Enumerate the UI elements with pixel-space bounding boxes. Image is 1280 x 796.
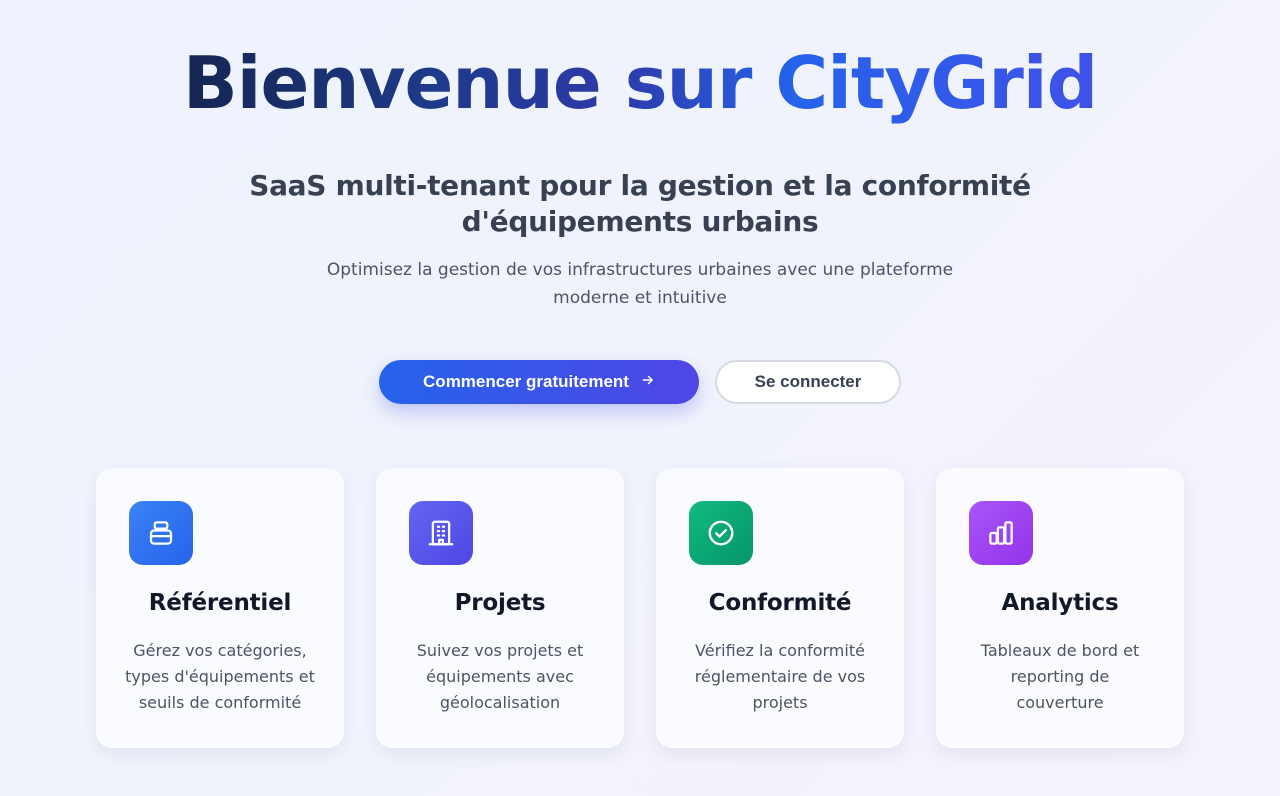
hero-subtitle: SaaS multi-tenant pour la gestion et la …	[0, 168, 1280, 240]
hero-description-line: Optimisez la gestion de vos infrastructu…	[326, 260, 954, 280]
hero-subtitle-line: d'équipements urbains	[461, 205, 819, 238]
feature-card-analytics: Analytics Tableaux de bord et reporting …	[936, 468, 1184, 748]
feature-card-title: Référentiel	[148, 590, 292, 616]
cta-group: Commencer gratuitement Se connecter	[0, 360, 1280, 404]
feature-card-description: Suivez vos projets et équipements avec g…	[402, 638, 598, 716]
feature-card-description-line: Tableaux de bord et	[980, 641, 1140, 660]
bar-chart-icon	[969, 501, 1033, 565]
hero-description: Optimisez la gestion de vos infrastructu…	[0, 256, 1280, 312]
check-circle-icon	[689, 501, 753, 565]
arrow-right-icon	[641, 373, 655, 391]
page-title: Bienvenue sur CityGrid	[0, 42, 1280, 124]
start-free-button-label: Commencer gratuitement	[423, 372, 629, 391]
hero-description-line: moderne et intuitive	[553, 288, 727, 308]
feature-card-description-line: réglementaire de vos	[694, 667, 866, 686]
feature-card-description-line: projets	[752, 693, 808, 712]
feature-card-title: Conformité	[708, 590, 852, 616]
building-icon	[409, 501, 473, 565]
feature-card-description-line: Vérifiez la conformité	[695, 641, 865, 660]
feature-card-description-line: équipements avec	[426, 667, 574, 686]
feature-card-description: Tableaux de bord et reporting de couvert…	[962, 638, 1158, 716]
feature-card-description-line: reporting de	[1010, 667, 1110, 686]
start-free-button[interactable]: Commencer gratuitement	[379, 360, 699, 404]
feature-card-referentiel: Référentiel Gérez vos catégories, types …	[96, 468, 344, 748]
feature-card-description-line: Gérez vos catégories,	[133, 641, 307, 660]
feature-cards: Référentiel Gérez vos catégories, types …	[96, 468, 1184, 748]
feature-card-description-line: types d'équipements et	[125, 667, 315, 686]
feature-card-title: Projets	[454, 590, 546, 616]
feature-card-description-line: couverture	[1016, 693, 1104, 712]
feature-card-conformite: Conformité Vérifiez la conformité réglem…	[656, 468, 904, 748]
database-icon	[129, 501, 193, 565]
feature-card-description-line: seuils de conformité	[138, 693, 302, 712]
landing-hero: Bienvenue sur CityGrid SaaS multi-tenant…	[0, 0, 1280, 796]
login-button-label: Se connecter	[754, 372, 862, 391]
login-button[interactable]: Se connecter	[715, 360, 901, 404]
feature-card-description: Vérifiez la conformité réglementaire de …	[682, 638, 878, 716]
feature-card-description-line: géolocalisation	[439, 693, 561, 712]
feature-card-title: Analytics	[1001, 590, 1119, 616]
feature-card-projets: Projets Suivez vos projets et équipement…	[376, 468, 624, 748]
hero-subtitle-line: SaaS multi-tenant pour la gestion et la …	[249, 169, 1031, 202]
feature-card-description: Gérez vos catégories, types d'équipement…	[122, 638, 318, 716]
feature-card-description-line: Suivez vos projets et	[416, 641, 584, 660]
